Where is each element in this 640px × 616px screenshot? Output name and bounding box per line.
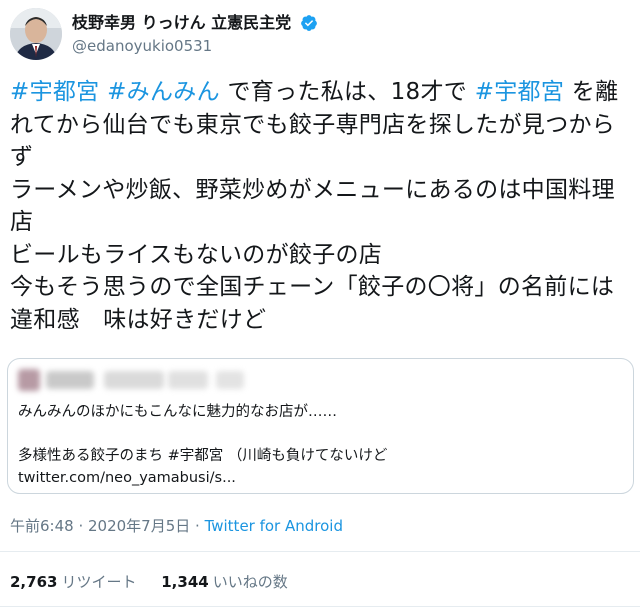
retweets-label: リツイート [61, 573, 137, 591]
blurred-name [46, 371, 94, 389]
display-name[interactable]: 枝野幸男 りっけん 立憲民主党 [72, 12, 291, 34]
author-names: 枝野幸男 りっけん 立憲民主党 @edanoyukio0531 [72, 12, 318, 56]
likes-stat[interactable]: 1,344 いいねの数 [161, 571, 287, 592]
tweet-text-segment: で育った私は、18才で [219, 79, 475, 105]
blurred-name [104, 371, 164, 389]
tweet-text: #宇都宮 #みんみん で育った私は、18才で #宇都宮 を離れてから仙台でも東京… [10, 76, 635, 336]
hashtag-link[interactable]: #宇都宮 [475, 79, 564, 105]
likes-label: いいねの数 [212, 573, 288, 591]
blurred-handle [216, 371, 244, 389]
tweet-source-link[interactable]: Twitter for Android [205, 517, 343, 535]
retweets-count: 2,763 [10, 573, 58, 591]
blurred-avatar [18, 369, 40, 391]
handle[interactable]: @edanoyukio0531 [72, 36, 318, 56]
tweet-stats: 2,763 リツイート 1,344 いいねの数 [10, 571, 308, 592]
retweets-stat[interactable]: 2,763 リツイート [10, 571, 136, 592]
hashtag-link[interactable]: #宇都宮 [10, 79, 99, 105]
avatar[interactable] [10, 8, 62, 60]
quoted-tweet-card[interactable]: みんみんのほかにもこんなに魅力的なお店が…… 多様性ある餃子のまち #宇都宮 （… [7, 358, 634, 494]
tweet-text-segment: を離れてから仙台でも東京でも餃子専門店を探したが見つからず ラーメンや炒飯、野菜… [10, 79, 619, 333]
blurred-handle [168, 371, 208, 389]
hashtag-link[interactable]: #みんみん [107, 79, 220, 105]
divider [0, 606, 640, 607]
divider [0, 551, 640, 552]
likes-count: 1,344 [161, 573, 209, 591]
verified-badge-icon [301, 15, 318, 31]
tweet-header: 枝野幸男 りっけん 立憲民主党 @edanoyukio0531 [10, 8, 630, 64]
tweet-meta: 午前6:48 · 2020年7月5日 · Twitter for Android [10, 515, 343, 536]
tweet-text-segment [99, 79, 107, 105]
tweet-timestamp[interactable]: 午前6:48 · 2020年7月5日 · [10, 517, 205, 535]
quoted-tweet-text: みんみんのほかにもこんなに魅力的なお店が…… 多様性ある餃子のまち #宇都宮 （… [18, 404, 388, 486]
